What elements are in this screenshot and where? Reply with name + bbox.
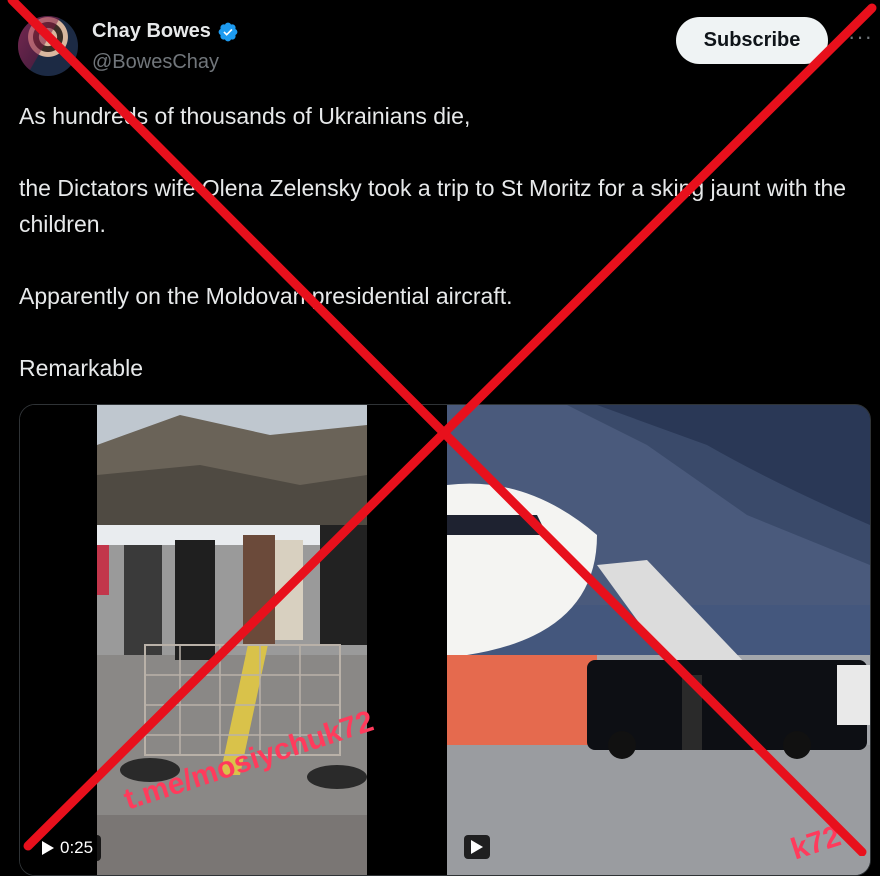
video-1-scene (20, 405, 444, 875)
tweet-line: the Dictators wife Olena Zelensky took a… (19, 175, 847, 237)
avatar[interactable] (18, 16, 78, 76)
media-grid: t.me/mosiychuk72 0:25 k72 (19, 404, 871, 876)
video-thumbnail-2[interactable]: k72 (447, 405, 870, 875)
tweet-line: As hundreds of thousands of Ukrainians d… (19, 103, 471, 129)
tweet-line: Remarkable (19, 355, 143, 381)
video-1-play-control[interactable]: 0:25 (34, 835, 102, 861)
author-name[interactable]: Chay Bowes (92, 20, 211, 43)
tweet-line: Apparently on the Moldovan presidential … (19, 283, 513, 309)
video-2-scene (447, 405, 870, 875)
author-name-row: Chay Bowes (92, 20, 239, 43)
video-2-play-control[interactable] (464, 835, 490, 859)
tweet-text: As hundreds of thousands of Ukrainians d… (19, 98, 874, 386)
video-thumbnail-1[interactable]: t.me/mosiychuk72 0:25 (20, 405, 444, 875)
author-handle[interactable]: @BowesChay (92, 51, 219, 74)
video-duration: 0:25 (60, 838, 94, 857)
subscribe-button[interactable]: Subscribe (676, 17, 828, 64)
play-icon (471, 840, 483, 854)
play-icon (42, 841, 54, 855)
verified-badge-icon (218, 22, 238, 41)
more-options-icon[interactable]: ··· (848, 24, 873, 50)
